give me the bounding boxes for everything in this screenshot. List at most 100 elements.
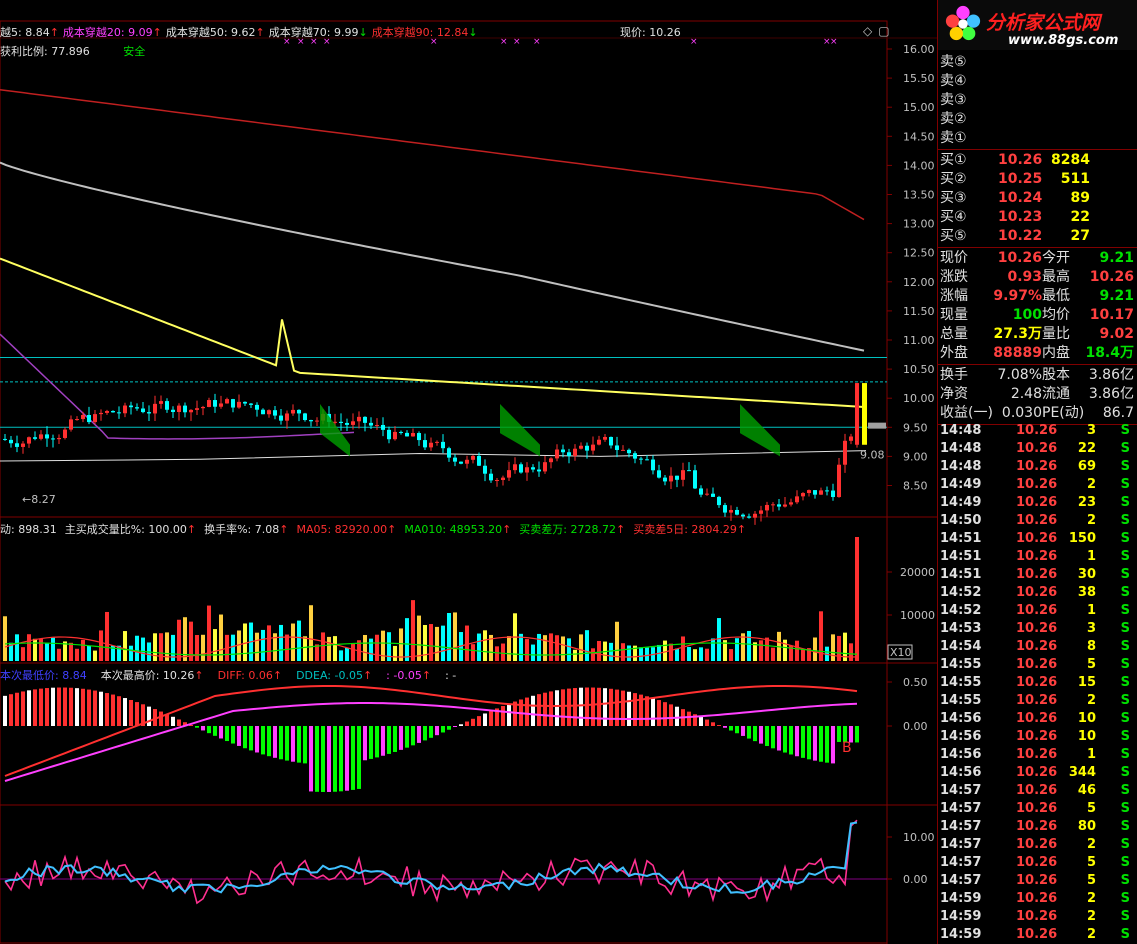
tick-price: 10.26 bbox=[1016, 585, 1058, 600]
volume-bar bbox=[219, 614, 223, 661]
candle-body bbox=[693, 470, 697, 489]
tick-side: S bbox=[1120, 837, 1130, 852]
tick-row: 14:56 10.26 1 S bbox=[938, 746, 1137, 764]
volume-bar bbox=[837, 635, 841, 661]
tick-price: 10.26 bbox=[1016, 855, 1058, 870]
tick-side: S bbox=[1120, 423, 1130, 438]
candle-body bbox=[297, 409, 301, 414]
volume-bar bbox=[771, 647, 775, 661]
macd-histogram-bar bbox=[165, 714, 169, 726]
macd-histogram-bar bbox=[159, 711, 163, 726]
macd-histogram-bar bbox=[465, 721, 469, 726]
macd-histogram-bar bbox=[381, 726, 385, 756]
sell-level-label: 卖③ bbox=[940, 92, 967, 108]
candle-body bbox=[447, 448, 451, 458]
volume-bar bbox=[213, 629, 217, 661]
buy-level-label: 买② bbox=[940, 171, 967, 187]
volume-bar bbox=[801, 649, 805, 661]
candle-body bbox=[609, 436, 613, 446]
macd-histogram-bar bbox=[651, 698, 655, 726]
volume-bar bbox=[135, 635, 139, 661]
tick-side: S bbox=[1120, 675, 1130, 690]
stat-row: 总量 27.3万 量比 9.02 bbox=[938, 325, 1137, 344]
macd-histogram-bar bbox=[723, 726, 727, 728]
window-controls[interactable]: ◇ ▢ bbox=[863, 24, 896, 38]
volume-bar bbox=[405, 618, 409, 661]
tick-time: 14:59 bbox=[940, 909, 982, 924]
tick-row: 14:59 10.26 2 S bbox=[938, 926, 1137, 944]
candle-body bbox=[249, 403, 253, 405]
chart-area[interactable]: 16.00 15.50 15.00 14.50 14.00 13.50 13.00 12.50… bbox=[0, 0, 937, 944]
volume-bar bbox=[465, 625, 469, 661]
macd-histogram-bar bbox=[321, 726, 325, 792]
candle-body bbox=[849, 436, 853, 441]
candle-body bbox=[855, 383, 859, 445]
brand-url: www.88gs.com bbox=[1008, 33, 1119, 48]
macd-histogram-bar bbox=[231, 726, 235, 744]
volume-bar bbox=[363, 634, 367, 661]
price-axis-label: 13.00 bbox=[903, 218, 935, 231]
macd-histogram-bar bbox=[729, 726, 733, 731]
candle-body bbox=[207, 400, 211, 407]
macd-histogram-bar bbox=[417, 726, 421, 743]
macd-histogram-bar bbox=[675, 706, 679, 726]
volume-bar bbox=[717, 618, 721, 661]
candle-body bbox=[531, 467, 535, 470]
tick-time: 14:57 bbox=[940, 837, 982, 852]
candle-body bbox=[657, 470, 661, 478]
macd-histogram-bar bbox=[105, 693, 109, 726]
buy-level-volume: 89 bbox=[1070, 190, 1090, 206]
vol-hdr-item: MA010: 48953.20↑ bbox=[404, 523, 512, 536]
volume-bar bbox=[519, 633, 523, 661]
tick-volume: 5 bbox=[1086, 801, 1096, 816]
cost-line-90 bbox=[0, 88, 865, 221]
volume-bar bbox=[399, 628, 403, 661]
trend-arrow-icon: ↑ bbox=[421, 669, 432, 682]
candle-body bbox=[123, 405, 127, 414]
stat-value: 0.93 bbox=[1007, 269, 1042, 285]
candle-body bbox=[363, 416, 367, 423]
tick-row: 14:57 10.26 5 S bbox=[938, 854, 1137, 872]
candle-body bbox=[441, 441, 445, 449]
candle-body bbox=[813, 490, 817, 495]
candle-body bbox=[825, 490, 829, 492]
candle-body bbox=[279, 415, 283, 421]
volume-bar bbox=[639, 647, 643, 661]
tick-price: 10.26 bbox=[1016, 891, 1058, 906]
diamond-icon[interactable]: ◇ bbox=[863, 24, 872, 38]
candle-body bbox=[723, 505, 727, 513]
candle-body bbox=[171, 409, 175, 412]
candle-body bbox=[381, 424, 385, 430]
restore-icon[interactable]: ▢ bbox=[878, 24, 889, 38]
volume-bar bbox=[735, 638, 739, 661]
tick-row: 14:49 10.26 23 S bbox=[938, 494, 1137, 512]
macd-histogram-bar bbox=[39, 688, 43, 726]
volume-bar bbox=[93, 650, 97, 661]
tick-volume: 3 bbox=[1086, 423, 1096, 438]
tick-time: 14:57 bbox=[940, 801, 982, 816]
candle-body bbox=[843, 440, 847, 465]
tick-price: 10.26 bbox=[1016, 459, 1058, 474]
macd-histogram-bar bbox=[837, 726, 841, 742]
tick-side: S bbox=[1120, 603, 1130, 618]
tick-price: 10.26 bbox=[1016, 675, 1058, 690]
candle-body bbox=[777, 504, 781, 507]
volume-bar bbox=[765, 637, 769, 661]
volume-bar bbox=[291, 623, 295, 661]
tick-row: 14:48 10.26 22 S bbox=[938, 440, 1137, 458]
stat-value: 9.21 bbox=[1099, 250, 1134, 266]
candle-body bbox=[669, 475, 673, 482]
kline-chart-canvas[interactable]: 16.00 15.50 15.00 14.50 14.00 13.50 13.00 12.50… bbox=[0, 0, 937, 944]
candle-body bbox=[15, 443, 19, 447]
tick-time: 14:49 bbox=[940, 477, 982, 492]
tick-volume: 2 bbox=[1086, 513, 1096, 528]
candle-body bbox=[33, 437, 37, 439]
trend-arrow-icon: ↑ bbox=[255, 26, 265, 39]
macd-histogram-bar bbox=[309, 726, 313, 792]
tick-price: 10.26 bbox=[1016, 765, 1058, 780]
candle-body bbox=[585, 445, 589, 451]
fund-value: 0.030 bbox=[1001, 405, 1042, 421]
volume-bar bbox=[261, 629, 265, 661]
candle-body bbox=[183, 405, 187, 413]
candle-body bbox=[39, 434, 43, 439]
